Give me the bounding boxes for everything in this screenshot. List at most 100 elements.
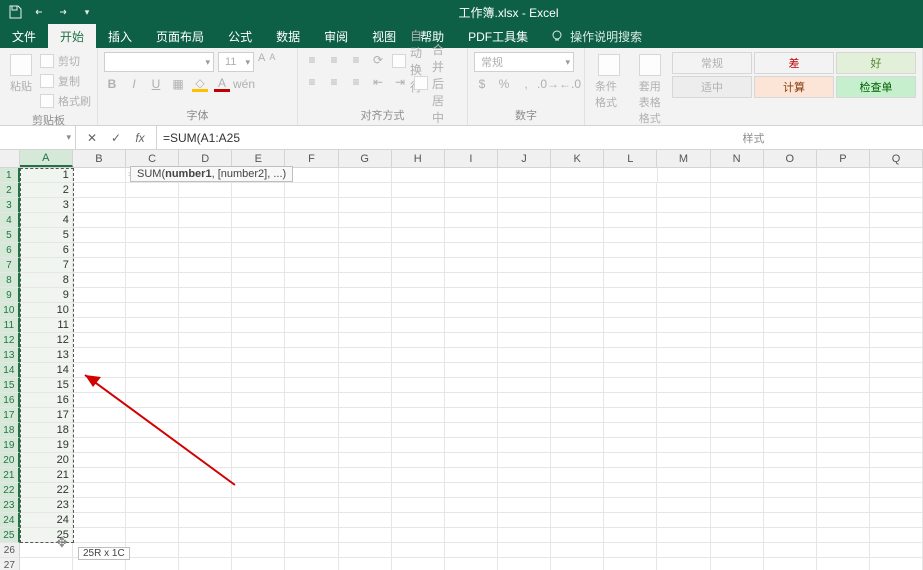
cell-H8[interactable] bbox=[392, 273, 445, 288]
cell-M19[interactable] bbox=[657, 438, 710, 453]
enter-formula-icon[interactable]: ✓ bbox=[108, 131, 124, 145]
cell-A15[interactable]: 15 bbox=[20, 378, 73, 393]
cell-M26[interactable] bbox=[657, 543, 710, 558]
cell-P22[interactable] bbox=[817, 483, 870, 498]
cell-E11[interactable] bbox=[232, 318, 285, 333]
cell-O4[interactable] bbox=[764, 213, 817, 228]
cell-O6[interactable] bbox=[764, 243, 817, 258]
spreadsheet-grid[interactable]: ABCDEFGHIJKLMNOPQ 11=SUM(A1:A25223344556… bbox=[0, 150, 923, 570]
cell-D7[interactable] bbox=[179, 258, 232, 273]
cell-K15[interactable] bbox=[551, 378, 604, 393]
cell-Q12[interactable] bbox=[870, 333, 923, 348]
cell-J4[interactable] bbox=[498, 213, 551, 228]
cell-N22[interactable] bbox=[711, 483, 764, 498]
cell-O13[interactable] bbox=[764, 348, 817, 363]
cell-K18[interactable] bbox=[551, 423, 604, 438]
column-header-B[interactable]: B bbox=[73, 150, 126, 167]
cell-A14[interactable]: 14 bbox=[20, 363, 73, 378]
cell-H26[interactable] bbox=[392, 543, 445, 558]
cell-B4[interactable] bbox=[73, 213, 126, 228]
cell-J9[interactable] bbox=[498, 288, 551, 303]
cell-A20[interactable]: 20 bbox=[20, 453, 73, 468]
row-header-7[interactable]: 7 bbox=[0, 258, 20, 273]
cell-D6[interactable] bbox=[179, 243, 232, 258]
row-header-8[interactable]: 8 bbox=[0, 273, 20, 288]
cell-G20[interactable] bbox=[339, 453, 392, 468]
cell-C18[interactable] bbox=[126, 423, 179, 438]
cell-A27[interactable] bbox=[20, 558, 73, 570]
cell-P3[interactable] bbox=[817, 198, 870, 213]
cell-M20[interactable] bbox=[657, 453, 710, 468]
font-color-icon[interactable]: A bbox=[214, 76, 230, 92]
cell-Q13[interactable] bbox=[870, 348, 923, 363]
cell-D27[interactable] bbox=[179, 558, 232, 570]
cell-J20[interactable] bbox=[498, 453, 551, 468]
cell-G10[interactable] bbox=[339, 303, 392, 318]
cell-G25[interactable] bbox=[339, 528, 392, 543]
cell-L15[interactable] bbox=[604, 378, 657, 393]
align-center-icon[interactable]: ≡ bbox=[326, 74, 342, 90]
cell-N23[interactable] bbox=[711, 498, 764, 513]
cell-P15[interactable] bbox=[817, 378, 870, 393]
cell-Q4[interactable] bbox=[870, 213, 923, 228]
comma-icon[interactable]: , bbox=[518, 76, 534, 92]
cell-K8[interactable] bbox=[551, 273, 604, 288]
cell-G2[interactable] bbox=[339, 183, 392, 198]
cell-P1[interactable] bbox=[817, 168, 870, 183]
cell-E14[interactable] bbox=[232, 363, 285, 378]
cell-P6[interactable] bbox=[817, 243, 870, 258]
align-middle-icon[interactable]: ≡ bbox=[326, 52, 342, 68]
row-header-11[interactable]: 11 bbox=[0, 318, 20, 333]
cell-B23[interactable] bbox=[73, 498, 126, 513]
row-header-24[interactable]: 24 bbox=[0, 513, 20, 528]
cell-M11[interactable] bbox=[657, 318, 710, 333]
row-header-16[interactable]: 16 bbox=[0, 393, 20, 408]
inc-indent-icon[interactable]: ⇥ bbox=[392, 74, 408, 90]
cell-J10[interactable] bbox=[498, 303, 551, 318]
cell-G8[interactable] bbox=[339, 273, 392, 288]
cell-J14[interactable] bbox=[498, 363, 551, 378]
cell-C14[interactable] bbox=[126, 363, 179, 378]
tab-layout[interactable]: 页面布局 bbox=[144, 24, 216, 48]
column-header-F[interactable]: F bbox=[285, 150, 338, 167]
cell-Q17[interactable] bbox=[870, 408, 923, 423]
cell-A3[interactable]: 3 bbox=[20, 198, 73, 213]
cell-L25[interactable] bbox=[604, 528, 657, 543]
cell-K2[interactable] bbox=[551, 183, 604, 198]
cell-Q18[interactable] bbox=[870, 423, 923, 438]
cell-F19[interactable] bbox=[285, 438, 338, 453]
cell-P16[interactable] bbox=[817, 393, 870, 408]
cell-G22[interactable] bbox=[339, 483, 392, 498]
cell-I22[interactable] bbox=[445, 483, 498, 498]
cell-B3[interactable] bbox=[73, 198, 126, 213]
cell-E12[interactable] bbox=[232, 333, 285, 348]
cell-D13[interactable] bbox=[179, 348, 232, 363]
cell-H15[interactable] bbox=[392, 378, 445, 393]
cell-B5[interactable] bbox=[73, 228, 126, 243]
paste-button[interactable]: 粘贴 bbox=[6, 52, 36, 96]
cell-C13[interactable] bbox=[126, 348, 179, 363]
cell-C26[interactable] bbox=[126, 543, 179, 558]
cell-Q7[interactable] bbox=[870, 258, 923, 273]
cell-M27[interactable] bbox=[657, 558, 710, 570]
row-header-15[interactable]: 15 bbox=[0, 378, 20, 393]
cell-B17[interactable] bbox=[73, 408, 126, 423]
cell-A8[interactable]: 8 bbox=[20, 273, 73, 288]
column-header-A[interactable]: A bbox=[20, 150, 73, 167]
cell-C10[interactable] bbox=[126, 303, 179, 318]
cell-G13[interactable] bbox=[339, 348, 392, 363]
cell-N26[interactable] bbox=[711, 543, 764, 558]
cell-C20[interactable] bbox=[126, 453, 179, 468]
style-check[interactable]: 检查单 bbox=[836, 76, 916, 98]
cell-F10[interactable] bbox=[285, 303, 338, 318]
cell-F22[interactable] bbox=[285, 483, 338, 498]
cell-I25[interactable] bbox=[445, 528, 498, 543]
cell-N20[interactable] bbox=[711, 453, 764, 468]
cell-L1[interactable] bbox=[604, 168, 657, 183]
cell-L2[interactable] bbox=[604, 183, 657, 198]
cell-G14[interactable] bbox=[339, 363, 392, 378]
cell-F21[interactable] bbox=[285, 468, 338, 483]
cell-C23[interactable] bbox=[126, 498, 179, 513]
cell-F23[interactable] bbox=[285, 498, 338, 513]
underline-button[interactable]: U bbox=[148, 76, 164, 92]
